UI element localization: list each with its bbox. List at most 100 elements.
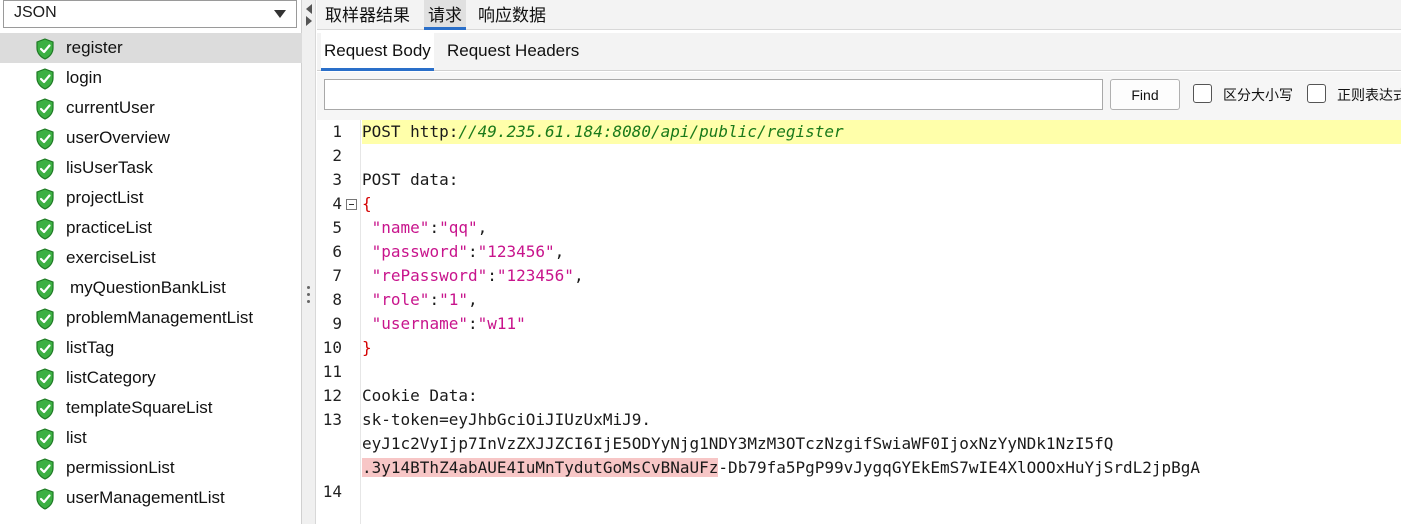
code-line-field: "role":"1", xyxy=(371,290,478,309)
tree-item[interactable]: list xyxy=(0,423,302,453)
selected-text: .3y14BThZ4abAUE4IuMnTydutGoMsCvBNaUFz xyxy=(362,458,719,477)
renderer-value: JSON xyxy=(14,4,57,21)
code-line-13-wrap-2: .3y14BThZ4abAUE4IuMnTydutGoMsCvBNaUFz-Db… xyxy=(362,458,1201,477)
tree-item[interactable]: listTag xyxy=(0,333,302,363)
pane-splitter[interactable] xyxy=(302,0,316,524)
chevron-down-icon[interactable] xyxy=(274,10,286,18)
code-line-13-wrap-1: eyJ1c2VyIjp7InVzZXJJZCI6IjE5ODYyNjg1NDY3… xyxy=(362,434,1114,453)
drag-handle-icon[interactable] xyxy=(307,286,311,307)
shield-check-icon xyxy=(35,428,55,450)
tab-request-headers[interactable]: Request Headers xyxy=(444,33,582,71)
result-tabs: 取样器结果 请求 响应数据 xyxy=(317,0,1401,30)
tree-item[interactable]: exerciseList xyxy=(0,243,302,273)
line-number: 14 xyxy=(322,482,342,501)
shield-check-icon xyxy=(35,158,55,180)
line-number: 4 xyxy=(332,194,342,213)
code-line-3: POST data: xyxy=(362,170,459,189)
shield-check-icon xyxy=(35,458,55,480)
line-number: 2 xyxy=(332,146,342,165)
tab-sampler-result[interactable]: 取样器结果 xyxy=(321,0,414,30)
tab-request-body[interactable]: Request Body xyxy=(321,33,434,71)
regex-checkbox[interactable] xyxy=(1307,84,1326,103)
expand-right-arrow-icon[interactable] xyxy=(306,16,312,26)
line-number: 1 xyxy=(332,122,342,141)
tree-item[interactable]: login xyxy=(0,63,302,93)
tree-item-label: exerciseList xyxy=(66,248,156,267)
shield-check-icon xyxy=(35,248,55,270)
request-body-editor[interactable]: 1 2 3 4 5 6 7 8 9 10 11 12 13 14 POST http://49.235.6… xyxy=(317,120,1401,524)
shield-check-icon xyxy=(35,128,55,150)
regex-label: 正则表达式 xyxy=(1337,87,1401,103)
tree-item-label: templateSquareList xyxy=(66,398,213,417)
shield-check-icon xyxy=(35,338,55,360)
code-line-field: "username":"w11" xyxy=(371,314,526,333)
shield-check-icon xyxy=(35,38,55,60)
details-panel: 取样器结果 请求 响应数据 Request Body Request Heade… xyxy=(317,0,1401,524)
tree-item-label: permissionList xyxy=(66,458,175,477)
tree-item[interactable]: problemManagementList xyxy=(0,303,302,333)
request-sub-tabs: Request Body Request Headers xyxy=(317,33,1401,71)
tree-item[interactable]: templateSquareList xyxy=(0,393,302,423)
tree-item[interactable]: permissionList xyxy=(0,453,302,483)
line-number: 12 xyxy=(322,386,342,405)
tree-item[interactable]: lisUserTask xyxy=(0,153,302,183)
find-button[interactable]: Find xyxy=(1110,79,1180,110)
sampler-tree: register login currentUser userOverview lisU… xyxy=(0,33,302,513)
find-input[interactable] xyxy=(324,79,1103,110)
code-line-field: "password":"123456", xyxy=(371,242,565,261)
shield-check-icon xyxy=(35,308,55,330)
code-line-1: POST http://49.235.61.184:8080/api/publi… xyxy=(362,120,1401,144)
tree-item[interactable]: userOverview xyxy=(0,123,302,153)
line-number: 11 xyxy=(322,362,342,381)
shield-check-icon xyxy=(35,398,55,420)
tree-item-label: list xyxy=(66,428,87,447)
shield-check-icon xyxy=(35,488,55,510)
shield-check-icon xyxy=(35,278,55,300)
tree-item-label: practiceList xyxy=(66,218,152,237)
shield-check-icon xyxy=(35,368,55,390)
results-tree-panel: JSON register login currentUser userOvervie… xyxy=(0,0,302,524)
line-number: 7 xyxy=(332,266,342,285)
tab-response-data[interactable]: 响应数据 xyxy=(474,0,550,30)
fold-collapse-icon[interactable] xyxy=(346,199,357,210)
case-sensitive-label: 区分大小写 xyxy=(1223,87,1293,103)
case-sensitive-checkbox[interactable] xyxy=(1193,84,1212,103)
line-number: 8 xyxy=(332,290,342,309)
tree-item-label: register xyxy=(66,38,123,57)
line-number-gutter: 1 2 3 4 5 6 7 8 9 10 11 12 13 14 xyxy=(317,120,361,524)
line-number: 5 xyxy=(332,218,342,237)
tree-item-label: problemManagementList xyxy=(66,308,254,327)
tree-item-label: currentUser xyxy=(66,98,155,117)
line-number: 13 xyxy=(322,410,342,429)
collapse-left-arrow-icon[interactable] xyxy=(306,4,312,14)
shield-check-icon xyxy=(35,68,55,90)
tree-item[interactable]: practiceList xyxy=(0,213,302,243)
tree-item[interactable]: projectList xyxy=(0,183,302,213)
tree-item-label: userManagementList xyxy=(66,488,225,507)
tab-request[interactable]: 请求 xyxy=(424,0,466,30)
tree-item[interactable]: listCategory xyxy=(0,363,302,393)
line-number: 9 xyxy=(332,314,342,333)
tree-item[interactable]: myQuestionBankList xyxy=(0,273,302,303)
tree-item[interactable]: register xyxy=(0,33,302,63)
code-line-field: "name":"qq", xyxy=(371,218,488,237)
line-number: 10 xyxy=(322,338,342,357)
code-line-12: Cookie Data: xyxy=(362,386,478,405)
find-bar: Find 区分大小写 正则表达式 xyxy=(317,72,1401,120)
shield-check-icon xyxy=(35,188,55,210)
line-number: 6 xyxy=(332,242,342,261)
tree-item-label: lisUserTask xyxy=(66,158,153,177)
tree-item-label: listTag xyxy=(66,338,115,357)
tree-item-label: myQuestionBankList xyxy=(70,278,226,297)
renderer-select[interactable]: JSON xyxy=(3,0,297,28)
tree-item[interactable]: currentUser xyxy=(0,93,302,123)
tree-item-label: listCategory xyxy=(66,368,156,387)
tree-item-label: projectList xyxy=(66,188,144,207)
code-line-10: } xyxy=(362,338,372,357)
line-number: 3 xyxy=(332,170,342,189)
tree-item[interactable]: userManagementList xyxy=(0,483,302,513)
tree-item-label: login xyxy=(66,68,102,87)
code-line-4: { xyxy=(362,194,372,213)
code-line-field: "rePassword":"123456", xyxy=(371,266,584,285)
tree-item-label: userOverview xyxy=(66,128,170,147)
